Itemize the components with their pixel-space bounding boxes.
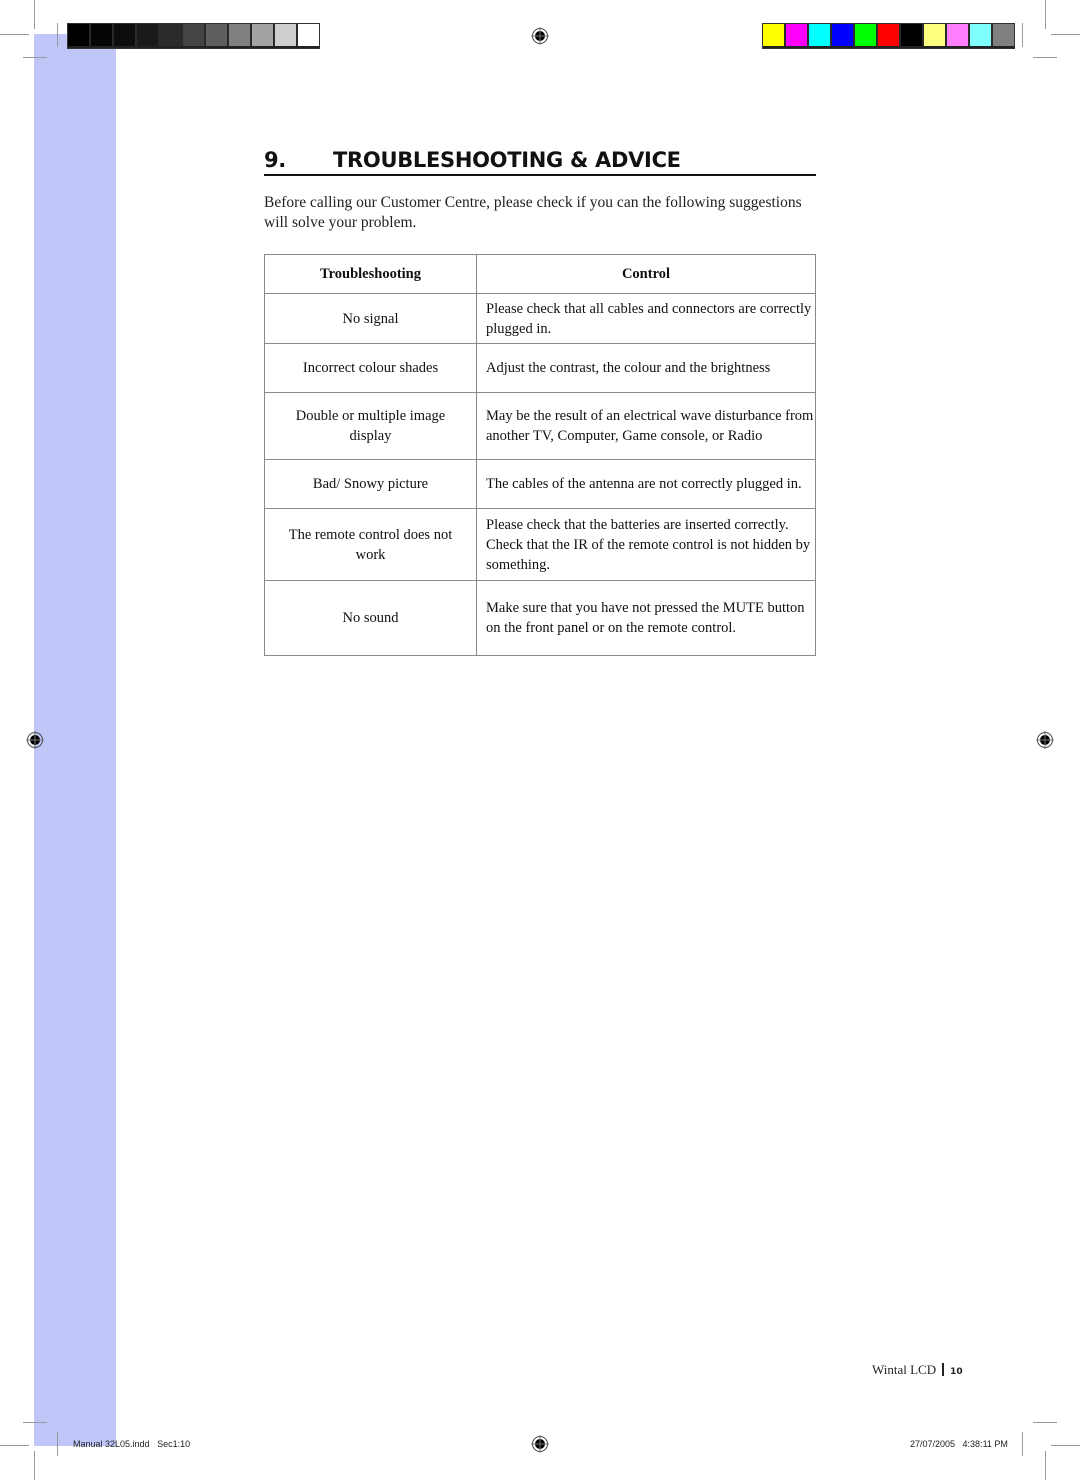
crop-mark (1045, 1451, 1046, 1480)
grayscale-swatch (183, 24, 206, 46)
grayscale-swatch (229, 24, 252, 46)
page-footer: Wintal LCD 10 (872, 1362, 963, 1378)
problem-cell: Incorrect colour shades (264, 343, 477, 393)
control-cell: Adjust the contrast, the colour and the … (476, 343, 816, 393)
grayscale-swatch (252, 24, 275, 46)
color-swatch (763, 24, 786, 46)
color-bar (762, 23, 1015, 49)
column-header-control: Control (476, 254, 816, 294)
control-cell: The cables of the antenna are not correc… (476, 459, 816, 509)
problem-cell: Double or multiple image display (264, 392, 477, 460)
slug-datetime: 27/07/2005 4:38:11 PM (910, 1439, 1008, 1449)
crop-mark (1022, 23, 1023, 47)
control-cell: Please check that all cables and connect… (476, 293, 816, 344)
grayscale-swatch (68, 24, 91, 46)
crop-mark (34, 1451, 35, 1480)
crop-mark (1033, 57, 1057, 58)
table-row: Double or multiple image display May be … (264, 392, 816, 460)
registration-target-icon (531, 27, 549, 45)
control-cell: May be the result of an electrical wave … (476, 392, 816, 460)
crop-mark (57, 1432, 58, 1456)
color-swatch (855, 24, 878, 46)
grayscale-swatch (275, 24, 298, 46)
crop-mark (0, 1445, 29, 1446)
color-swatch (901, 24, 924, 46)
page-number: 10 (950, 1367, 963, 1377)
crop-mark (0, 34, 29, 35)
crop-mark (1051, 1445, 1080, 1446)
column-header-troubleshooting: Troubleshooting (264, 254, 477, 294)
crop-mark (23, 1422, 47, 1423)
registration-target-icon (531, 1435, 549, 1453)
color-swatch (993, 24, 1014, 46)
problem-cell: Bad/ Snowy picture (264, 459, 477, 509)
table-row: Incorrect colour shades Adjust the contr… (264, 343, 816, 393)
color-swatch (786, 24, 809, 46)
grayscale-swatch (160, 24, 183, 46)
color-swatch (809, 24, 832, 46)
control-cell: Make sure that you have not pressed the … (476, 580, 816, 656)
control-cell: Please check that the batteries are inse… (476, 508, 816, 581)
table-row: No signal Please check that all cables a… (264, 293, 816, 344)
crop-mark (1033, 1422, 1057, 1423)
footer-divider (942, 1363, 945, 1376)
grayscale-swatch (137, 24, 160, 46)
troubleshooting-table: Troubleshooting Control No signal Please… (264, 254, 816, 656)
crop-mark (23, 57, 47, 58)
section-number: 9. (264, 148, 286, 172)
crop-mark (34, 0, 35, 29)
table-header-row: Troubleshooting Control (264, 254, 816, 294)
color-swatch (832, 24, 855, 46)
registration-target-icon (26, 731, 44, 749)
crop-mark (57, 23, 58, 47)
crop-mark (1022, 1432, 1023, 1456)
registration-target-icon (1036, 731, 1054, 749)
problem-cell: The remote control does not work (264, 508, 477, 581)
bleed-margin (34, 34, 116, 1446)
slug-file: Manual 32L05.indd Sec1:10 (73, 1439, 191, 1449)
grayscale-swatch (206, 24, 229, 46)
table-row: Bad/ Snowy picture The cables of the ant… (264, 459, 816, 509)
color-swatch (947, 24, 970, 46)
color-swatch (970, 24, 993, 46)
crop-mark (1051, 34, 1080, 35)
problem-cell: No sound (264, 580, 477, 656)
table-row: No sound Make sure that you have not pre… (264, 580, 816, 656)
intro-paragraph: Before calling our Customer Centre, plea… (264, 194, 802, 231)
crop-mark (1045, 0, 1046, 29)
color-swatch (878, 24, 901, 46)
grayscale-swatch (298, 24, 319, 46)
grayscale-swatch (91, 24, 114, 46)
product-name: Wintal LCD (872, 1362, 937, 1377)
table-row: The remote control does not work Please … (264, 508, 816, 581)
problem-cell: No signal (264, 293, 477, 344)
color-swatch (924, 24, 947, 46)
section-title: TROUBLESHOOTING & ADVICE (333, 148, 681, 172)
grayscale-swatch (114, 24, 137, 46)
section-heading: 9. TROUBLESHOOTING & ADVICE (264, 148, 816, 176)
grayscale-bar (67, 23, 320, 49)
